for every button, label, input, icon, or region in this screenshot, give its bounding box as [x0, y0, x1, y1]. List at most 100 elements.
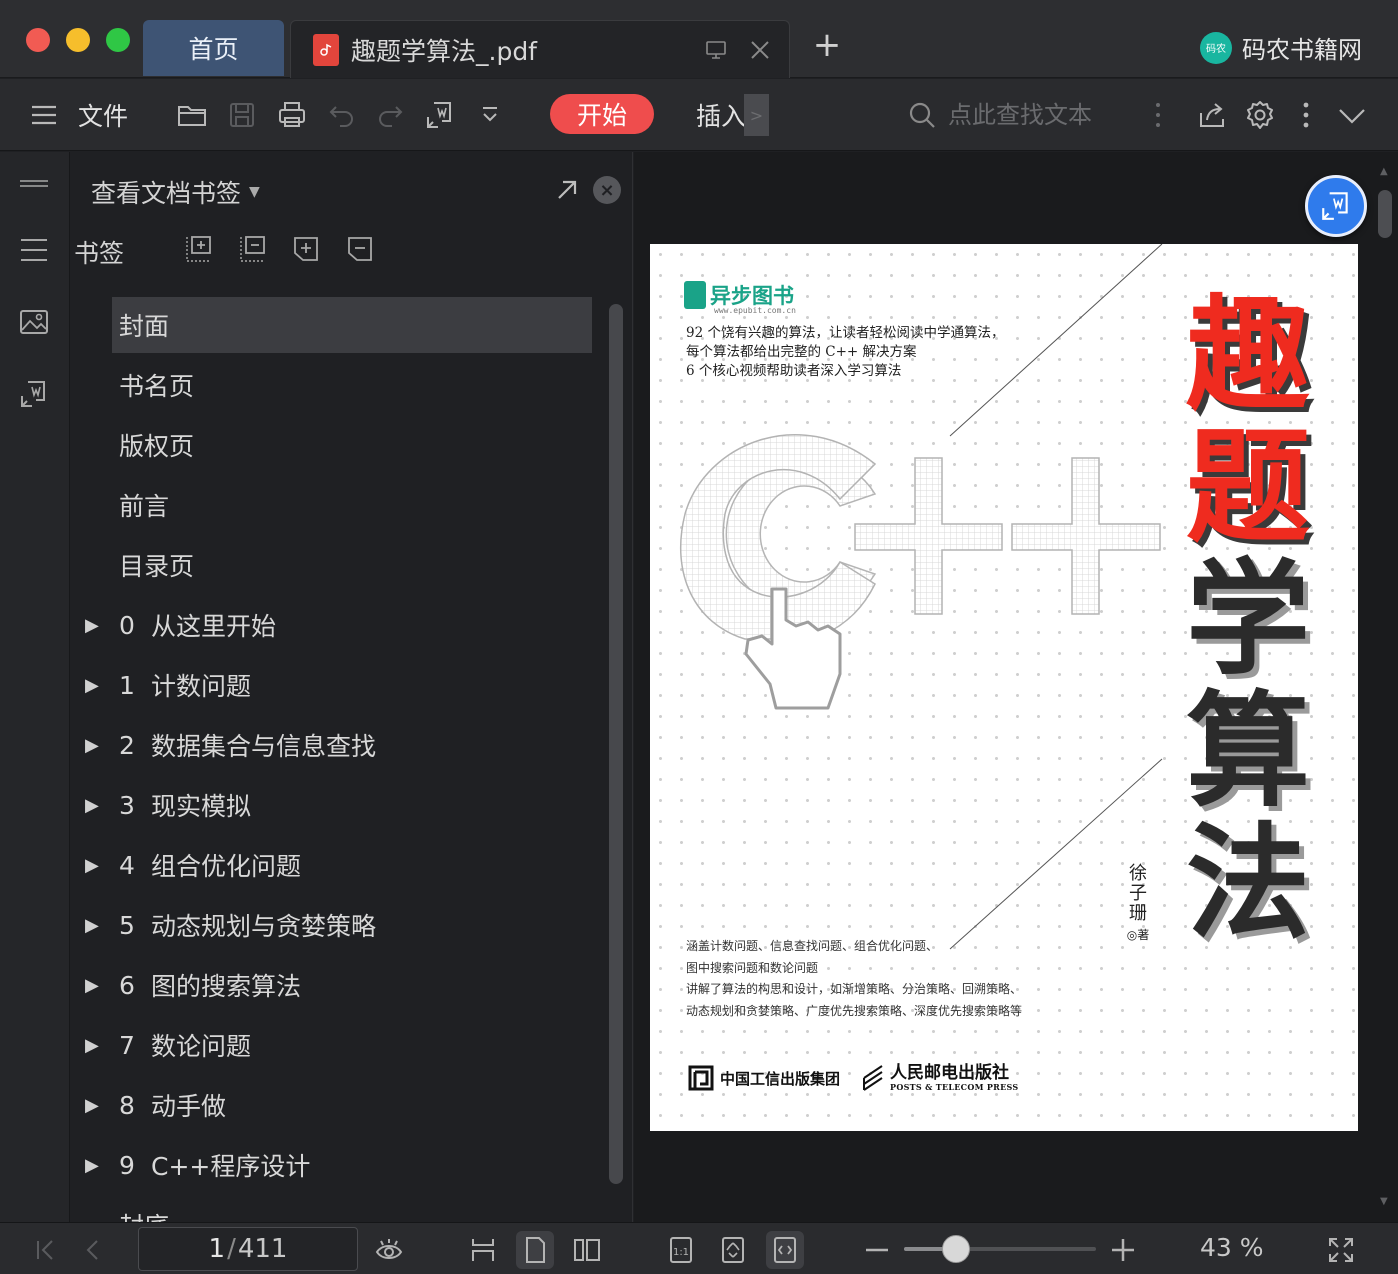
bookmark-item[interactable]: 前言	[71, 477, 611, 533]
cover-blurb: 92 个饶有兴趣的算法，让读者轻松阅读中学通算法， 每个算法都给出完整的 C++…	[686, 324, 1066, 381]
save-icon[interactable]	[222, 95, 262, 135]
more-quick-tools-icon[interactable]	[470, 95, 510, 135]
expand-arrow-icon[interactable]: ▶	[85, 675, 101, 696]
more-options-icon[interactable]	[1286, 95, 1326, 135]
expand-arrow-icon[interactable]: ▶	[85, 855, 101, 876]
status-bar: 1/411 1:1 43 %	[0, 1222, 1398, 1274]
monitor-icon[interactable]	[701, 35, 731, 65]
bookmark-item[interactable]: 版权页	[71, 417, 611, 473]
bookmark-item[interactable]: ▶ 8 动手做	[71, 1077, 611, 1133]
bookmark-item[interactable]: ▶ 2 数据集合与信息查找	[71, 717, 611, 773]
expand-arrow-icon[interactable]: ▶	[85, 1095, 101, 1116]
bookmark-item[interactable]: 封面	[71, 297, 611, 353]
convert-icon	[1322, 192, 1348, 220]
tab-start[interactable]: 开始	[550, 94, 654, 134]
bookmark-item-label: 版权页	[112, 417, 592, 473]
add-bookmark-icon[interactable]	[183, 234, 215, 266]
scroll-up-icon[interactable]: ▲	[1380, 166, 1388, 177]
blurb-line: 每个算法都给出完整的 C++ 解决方案	[686, 344, 917, 360]
expand-arrow-icon[interactable]: ▶	[85, 915, 101, 936]
convert-to-word-icon[interactable]	[420, 95, 460, 135]
bookmark-chapter-number: 8	[119, 1090, 135, 1120]
fullscreen-icon[interactable]	[1322, 1231, 1360, 1269]
floating-convert-button[interactable]	[1305, 175, 1367, 237]
search-input[interactable]	[948, 95, 1138, 135]
bookmark-item[interactable]: ▶ 6 图的搜索算法	[71, 957, 611, 1013]
bookmark-item[interactable]: ▶ 0 从这里开始	[71, 597, 611, 653]
bookmark-title: 动手做	[151, 1092, 227, 1121]
bookmark-item[interactable]: 书名页	[71, 357, 611, 413]
print-icon[interactable]	[272, 95, 312, 135]
expand-arrow-icon[interactable]: ▶	[85, 975, 101, 996]
close-window-button[interactable]	[26, 28, 50, 52]
current-page: 1	[208, 1234, 226, 1264]
page-number-input[interactable]: 1/411	[138, 1227, 358, 1271]
total-pages: 411	[237, 1234, 288, 1264]
two-page-icon[interactable]	[568, 1231, 606, 1269]
file-menu[interactable]: 文件	[78, 97, 128, 133]
share-icon[interactable]	[1192, 95, 1232, 135]
undo-icon[interactable]	[322, 95, 362, 135]
ribbon-scroll-right-icon[interactable]: >	[744, 94, 769, 136]
panel-scrollbar[interactable]	[609, 304, 623, 1184]
bookmark-item-label: 书名页	[112, 357, 592, 413]
settings-gear-icon[interactable]	[1240, 95, 1280, 135]
tab-document[interactable]: 趣题学算法_.pdf	[290, 20, 790, 78]
expand-arrow-icon[interactable]: ▶	[85, 1035, 101, 1056]
zoom-slider-thumb[interactable]	[941, 1235, 970, 1263]
actual-size-icon[interactable]: 1:1	[662, 1231, 700, 1269]
zoom-level[interactable]: 43 %	[1200, 1233, 1264, 1262]
bookmark-item-label: 8 动手做	[111, 1077, 591, 1133]
redo-icon[interactable]	[370, 95, 410, 135]
first-page-icon[interactable]	[26, 1231, 64, 1269]
bookmark-item[interactable]: ▶ 1 计数问题	[71, 657, 611, 713]
fit-page-icon[interactable]	[714, 1231, 752, 1269]
menu-icon[interactable]	[24, 95, 64, 135]
publisher-group-name: 中国工信出版集团	[720, 1069, 841, 1088]
single-page-icon[interactable]	[516, 1231, 554, 1269]
thumbnails-image-icon[interactable]	[16, 304, 52, 340]
close-tab-icon[interactable]	[745, 35, 775, 65]
publisher-press-logo-icon	[863, 1065, 883, 1091]
bookmark-item-label: 0 从这里开始	[111, 597, 591, 653]
bookmark-item[interactable]: ▶ 3 现实模拟	[71, 777, 611, 833]
new-tab-button[interactable]: +	[810, 28, 844, 62]
bookmark-item[interactable]: ▶ 7 数论问题	[71, 1017, 611, 1073]
tab-home[interactable]: 首页	[143, 20, 284, 76]
bookmark-item[interactable]: 目录页	[71, 537, 611, 593]
collapse-rail-icon[interactable]	[16, 166, 52, 202]
continuous-scroll-icon[interactable]	[464, 1231, 502, 1269]
eye-care-mode-icon[interactable]	[370, 1231, 408, 1269]
close-panel-icon[interactable]: ×	[593, 176, 621, 204]
bookmark-item[interactable]: 封底	[71, 1197, 611, 1222]
expand-arrow-icon[interactable]: ▶	[85, 615, 101, 636]
document-scrollbar[interactable]	[1378, 190, 1392, 238]
panel-header-dropdown[interactable]: 查看文档书签 ▼	[91, 174, 260, 210]
expand-arrow-icon[interactable]: ▶	[85, 1155, 101, 1176]
expand-arrow-icon[interactable]: ▶	[85, 795, 101, 816]
zoom-in-icon[interactable]	[1104, 1231, 1142, 1269]
open-folder-icon[interactable]	[172, 95, 212, 135]
zoom-out-icon[interactable]	[858, 1231, 896, 1269]
expand-arrow-icon[interactable]: ▶	[85, 735, 101, 756]
bookmark-item[interactable]: ▶ 4 组合优化问题	[71, 837, 611, 893]
remove-bookmark-icon[interactable]	[237, 234, 269, 266]
minimize-window-button[interactable]	[66, 28, 90, 52]
bookmark-item[interactable]: ▶ 5 动态规划与贪婪策略	[71, 897, 611, 953]
expand-bookmarks-icon[interactable]	[291, 234, 323, 266]
convert-panel-icon[interactable]	[16, 376, 52, 412]
author-name: 徐子珊	[1129, 863, 1147, 924]
bookmark-list-icon[interactable]	[16, 232, 52, 268]
bookmark-chapter-number: 7	[119, 1030, 135, 1060]
bookmark-item[interactable]: ▶ 9 C++程序设计	[71, 1137, 611, 1193]
previous-page-icon[interactable]	[74, 1231, 112, 1269]
bookmark-item-label: 2 数据集合与信息查找	[111, 717, 591, 773]
dropdown-caret-icon: ▼	[249, 184, 260, 200]
zoom-window-button[interactable]	[106, 28, 130, 52]
scroll-down-icon[interactable]: ▼	[1380, 1196, 1388, 1207]
collapse-ribbon-icon[interactable]	[1332, 95, 1372, 135]
collapse-bookmarks-icon[interactable]	[345, 234, 377, 266]
tab-insert[interactable]: 插入	[696, 97, 746, 133]
fit-width-icon[interactable]	[766, 1231, 804, 1269]
pop-out-panel-icon[interactable]	[551, 174, 583, 206]
